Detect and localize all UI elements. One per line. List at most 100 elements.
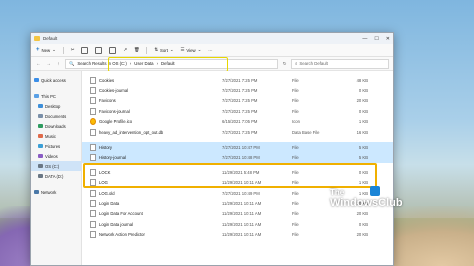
close-icon[interactable]: ✕ bbox=[386, 36, 390, 42]
drive-icon bbox=[38, 164, 43, 168]
chevron-right-icon: › bbox=[129, 61, 132, 66]
sort-button[interactable]: ⇅ Sort ⌄ bbox=[154, 47, 173, 53]
rename-icon bbox=[109, 46, 117, 54]
view-button[interactable]: ☰ View ⌄ bbox=[181, 47, 202, 53]
computer-icon bbox=[34, 94, 39, 98]
sort-label: Sort bbox=[160, 47, 168, 53]
file-icon bbox=[90, 168, 96, 176]
file-icon bbox=[90, 128, 96, 136]
file-row[interactable]: Cookies 7/27/2021 7:25 PM File 48 KB bbox=[82, 75, 393, 85]
sidebar-item-downloads[interactable]: Downloads bbox=[31, 121, 81, 131]
file-row-history-journal[interactable]: History-journal 7/27/2021 10:48 PM File 5 K… bbox=[82, 152, 393, 164]
minimize-icon[interactable]: — bbox=[362, 36, 367, 42]
new-label: New bbox=[41, 47, 51, 53]
share-icon: ↗ bbox=[123, 47, 127, 52]
paste-button[interactable] bbox=[95, 46, 103, 54]
content-area: Quick access This PC Desktop Documents D… bbox=[31, 71, 393, 265]
file-icon bbox=[90, 199, 96, 207]
file-row[interactable]: Favicons 7/27/2021 7:25 PM File 20 KB bbox=[82, 96, 393, 106]
star-icon bbox=[34, 78, 39, 82]
chevron-down-icon: ⌄ bbox=[52, 47, 56, 52]
folder-icon bbox=[34, 36, 40, 41]
file-icon bbox=[90, 107, 96, 115]
sidebar-item-videos[interactable]: Videos bbox=[31, 151, 81, 161]
file-row[interactable]: Login Data journal 11/29/2021 10:11 AM Fil… bbox=[82, 219, 393, 229]
forward-button[interactable]: → bbox=[45, 61, 52, 66]
file-row[interactable]: LOCK 11/29/2021 5:48 PM File 0 KB bbox=[82, 167, 393, 177]
file-icon bbox=[90, 210, 96, 218]
sidebar-item-quick-access[interactable]: Quick access bbox=[31, 75, 81, 85]
rename-button[interactable] bbox=[109, 46, 117, 54]
watermark-logo: The WindowsClub bbox=[330, 186, 403, 209]
trash-icon: 🗑 bbox=[133, 47, 140, 52]
file-icon bbox=[90, 97, 96, 105]
documents-icon bbox=[38, 114, 43, 118]
file-icon bbox=[90, 179, 96, 187]
file-icon bbox=[90, 220, 96, 228]
back-button[interactable]: ← bbox=[35, 61, 42, 66]
address-bar[interactable]: 🔍 Search Results in OS (C:) › User Data … bbox=[65, 56, 278, 72]
plus-icon: + bbox=[36, 47, 40, 53]
share-button[interactable]: ↗ bbox=[123, 47, 127, 53]
file-row[interactable]: Network Action Predictor 11/29/2021 10:11… bbox=[82, 229, 393, 239]
divider bbox=[62, 46, 64, 54]
drive-icon bbox=[38, 174, 43, 178]
sidebar-item-os-c[interactable]: OS (C:) bbox=[31, 161, 81, 171]
new-button[interactable]: + New ⌄ bbox=[36, 47, 56, 53]
maximize-icon[interactable]: ☐ bbox=[374, 36, 378, 42]
copy-icon bbox=[81, 46, 89, 54]
paste-icon bbox=[95, 46, 103, 54]
file-icon bbox=[90, 144, 96, 152]
delete-button[interactable]: 🗑 bbox=[134, 47, 139, 53]
view-icon: ☰ bbox=[180, 47, 185, 52]
refresh-button[interactable]: ↻ bbox=[281, 61, 288, 67]
breadcrumb-item[interactable]: User Data bbox=[134, 61, 153, 66]
view-label: View bbox=[186, 47, 196, 53]
sidebar-item-music[interactable]: Music bbox=[31, 131, 81, 141]
desktop-icon bbox=[38, 104, 43, 108]
pictures-icon bbox=[38, 144, 43, 148]
file-row-history[interactable]: History 7/27/2021 10:47 PM File 5 KB bbox=[82, 142, 393, 153]
breadcrumb-item[interactable]: Search Results in OS (C:) bbox=[77, 61, 126, 66]
cut-button[interactable]: ✂ bbox=[71, 47, 75, 53]
search-box[interactable]: ⌕ Search Default bbox=[291, 58, 389, 69]
sort-icon: ⇅ bbox=[154, 47, 159, 52]
chevron-right-icon: › bbox=[156, 61, 159, 66]
sidebar-item-network[interactable]: Network bbox=[31, 187, 81, 197]
file-icon bbox=[90, 154, 96, 162]
file-row[interactable]: Google Profile.ico 6/15/2021 7:05 PM Icon 1… bbox=[82, 117, 393, 127]
breadcrumb-item[interactable]: Default bbox=[161, 61, 175, 66]
sidebar-item-pictures[interactable]: Pictures bbox=[31, 141, 81, 151]
window-title: Default bbox=[43, 36, 58, 41]
chevron-down-icon: ⌄ bbox=[169, 47, 174, 52]
title-bar: Default — ☐ ✕ bbox=[31, 33, 393, 44]
file-icon bbox=[90, 87, 96, 95]
file-row[interactable]: Favicons-journal 7/27/2021 7:25 PM File 0 K… bbox=[82, 106, 393, 116]
command-bar: + New ⌄ ✂ ↗ 🗑 ⇅ Sort ⌄ ☰ View ⌄ ··· bbox=[31, 44, 393, 57]
window-controls: — ☐ ✕ bbox=[362, 36, 390, 42]
navigation-pane: Quick access This PC Desktop Documents D… bbox=[31, 71, 82, 265]
file-row[interactable]: heavy_ad_intervention_opt_out.db 7/27/202… bbox=[82, 127, 393, 137]
divider bbox=[146, 46, 148, 54]
file-row[interactable]: Cookies-journal 7/27/2021 7:25 PM File 0 KB bbox=[82, 85, 393, 95]
chevron-down-icon: ⌄ bbox=[197, 47, 202, 52]
search-placeholder: Search Default bbox=[299, 61, 328, 66]
google-profile-icon bbox=[90, 118, 96, 126]
videos-icon bbox=[38, 154, 43, 158]
file-icon bbox=[90, 189, 96, 197]
download-icon bbox=[38, 124, 43, 128]
ellipsis-icon: ··· bbox=[208, 47, 213, 53]
copy-button[interactable] bbox=[81, 46, 89, 54]
sidebar-item-this-pc[interactable]: This PC bbox=[31, 91, 81, 101]
search-icon: ⌕ bbox=[295, 61, 298, 66]
sidebar-item-desktop[interactable]: Desktop bbox=[31, 101, 81, 111]
file-list: Cookies 7/27/2021 7:25 PM File 48 KB Cookie… bbox=[82, 71, 393, 265]
file-row[interactable]: Login Data For Account 11/29/2021 10:11 A… bbox=[82, 209, 393, 219]
address-row: ← → ↑ 🔍 Search Results in OS (C:) › User… bbox=[31, 56, 393, 72]
sidebar-item-data-d[interactable]: DATA (D:) bbox=[31, 171, 81, 181]
file-row[interactable]: LOG 11/29/2021 10:11 AM File 1 KB bbox=[82, 178, 393, 188]
search-results-icon: 🔍 bbox=[69, 60, 75, 66]
up-button[interactable]: ↑ bbox=[55, 61, 62, 66]
more-options-button[interactable]: ··· bbox=[208, 48, 212, 53]
sidebar-item-documents[interactable]: Documents bbox=[31, 111, 81, 121]
